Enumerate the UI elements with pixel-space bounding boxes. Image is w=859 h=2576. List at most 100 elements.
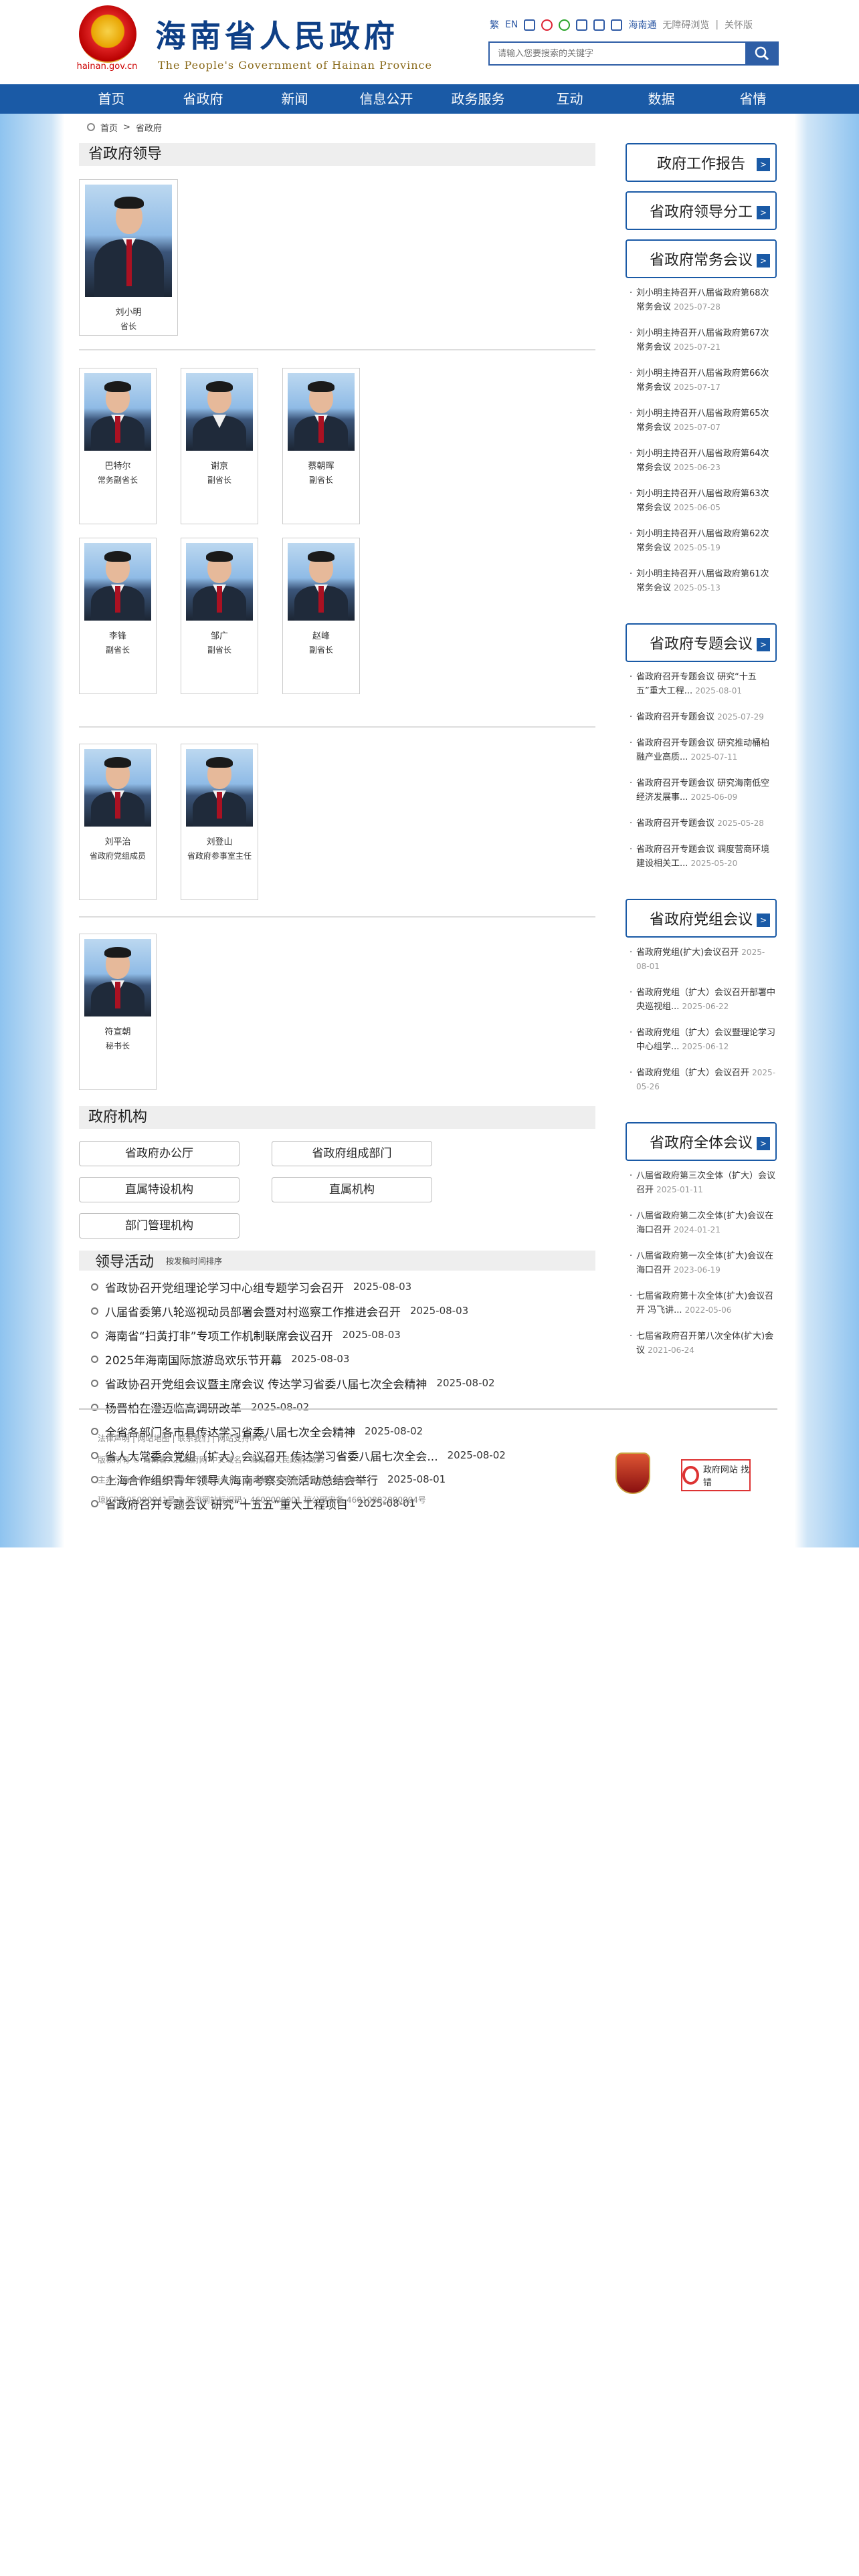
footer-divider (79, 1408, 777, 1410)
plenary-meeting-button[interactable]: 省政府全体会议 > (626, 1122, 777, 1161)
site-error-report-button[interactable]: 政府网站 找错 (681, 1459, 751, 1491)
breadcrumb-separator: > (123, 122, 130, 132)
org-button[interactable]: 直属特设机构 (79, 1177, 240, 1202)
arrow-right-icon: > (757, 206, 770, 219)
bookmark-icon[interactable] (524, 19, 536, 31)
magnifier-icon (682, 1466, 699, 1485)
wechat-icon[interactable] (559, 19, 571, 31)
leader-post: 秘书长 (105, 1041, 130, 1051)
org-button[interactable]: 直属机构 (272, 1177, 432, 1202)
list-item[interactable]: 2025年海南国际旅游岛欢乐节开幕 2025-08-03 (79, 1347, 595, 1371)
breadcrumb-home[interactable]: 首页 (100, 121, 118, 134)
list-item[interactable]: 省政协召开党组理论学习中心组专题学习会召开 2025-08-03 (79, 1275, 595, 1299)
list-item[interactable]: 省政府召开专题会议 调度营商环境建设相关工... 2025-05-20 (630, 843, 777, 871)
leader-card[interactable]: 蔡朝晖 副省长 (282, 368, 360, 524)
list-item[interactable]: 刘小明主持召开八届省政府第61次常务会议 2025-05-13 (630, 567, 777, 595)
list-item[interactable]: 省政府召开专题会议 研究“十五五”重大工程... 2025-08-01 (630, 670, 777, 698)
list-item[interactable]: 刘小明主持召开八届省政府第67次常务会议 2025-07-21 (630, 326, 777, 354)
leader-card[interactable]: 巴特尔 常务副省长 (79, 368, 157, 524)
list-item[interactable]: 七届省政府召开第八次全体(扩大)会议 2021-06-24 (630, 1329, 777, 1358)
list-item[interactable]: 杨晋柏在澄迈临高调研改革 2025-08-02 (79, 1395, 595, 1419)
plenary-meeting-list: 八届省政府第三次全体（扩大）会议召开 2025-01-11 八届省政府第二次全体… (626, 1161, 777, 1358)
app-icon[interactable] (576, 19, 588, 31)
list-item[interactable]: 八届省政府第二次全体(扩大)会议在海口召开 2024-01-21 (630, 1209, 777, 1237)
list-item[interactable]: 七届省政府第十次全体(扩大)会议召开 冯飞讲... 2022-05-06 (630, 1289, 777, 1317)
list-item[interactable]: 八届省政府第一次全体(扩大)会议在海口召开 2023-06-19 (630, 1249, 777, 1277)
list-item[interactable]: 省政府党组（扩大）会议召开 2025-05-26 (630, 1066, 777, 1094)
gov-site-badge-icon[interactable] (615, 1453, 650, 1494)
leader-card[interactable]: 刘平治 省政府党组成员 (79, 744, 157, 900)
leader-card[interactable]: 刘登山 省政府参事室主任 (181, 744, 258, 900)
nav-interaction[interactable]: 互动 (524, 84, 615, 114)
nav-news[interactable]: 新闻 (249, 84, 341, 114)
lang-traditional-link[interactable]: 繁 (490, 18, 499, 31)
footer-copyright: 版权所有 © 海南省人民政府网 中文域名：海南省人民政府.政务 (98, 1455, 325, 1465)
list-item[interactable]: 省政府党组(扩大)会议召开 2025-08-01 (630, 946, 777, 974)
leader-photo (84, 373, 151, 451)
org-button[interactable]: 部门管理机构 (79, 1213, 240, 1239)
nav-government[interactable]: 省政府 (157, 84, 249, 114)
accessible-link[interactable]: 无障碍浏览 (662, 18, 709, 31)
nav-data[interactable]: 数据 (615, 84, 707, 114)
list-item[interactable]: 刘小明主持召开八届省政府第68次常务会议 2025-07-28 (630, 286, 777, 314)
leader-post: 副省长 (207, 475, 231, 485)
site-name-cn[interactable]: 海南省人民政府 (155, 12, 399, 56)
list-item[interactable]: 省政府党组（扩大）会议召开部署中央巡视组... 2025-06-22 (630, 986, 777, 1014)
national-emblem-logo[interactable] (79, 5, 136, 63)
leader-name: 刘登山 (206, 837, 233, 847)
leader-division-button[interactable]: 省政府领导分工 > (626, 191, 777, 230)
bullet-icon (91, 1283, 98, 1291)
standing-meeting-button[interactable]: 省政府常务会议 > (626, 239, 777, 278)
list-item[interactable]: 刘小明主持召开八届省政府第64次常务会议 2025-06-23 (630, 447, 777, 475)
governor-section: 刘小明 省长 (79, 179, 595, 336)
list-item[interactable]: 刘小明主持召开八届省政府第63次常务会议 2025-06-05 (630, 487, 777, 515)
leader-card[interactable]: 符宣朝 秘书长 (79, 934, 157, 1090)
list-item[interactable]: 省政府党组（扩大）会议暨理论学习中心组学... 2025-06-12 (630, 1026, 777, 1054)
special-meeting-button[interactable]: 省政府专题会议 > (626, 623, 777, 662)
activities-sort-note: 按发稿时间排序 (166, 1256, 223, 1266)
leader-card[interactable]: 赵峰 副省长 (282, 538, 360, 694)
weibo-icon[interactable] (541, 19, 553, 31)
sidebar: 政府工作报告> 省政府领导分工> 省政府常务会议> 刘小明主持召开八届省政府第6… (626, 143, 777, 1370)
home-icon (87, 123, 95, 131)
list-item[interactable]: 省政府召开专题会议 研究推动桶柏融产业高质... 2025-07-11 (630, 736, 777, 764)
activities-title: 领导活动 (95, 1254, 155, 1271)
breadcrumb-current[interactable]: 省政府 (136, 121, 162, 134)
user-icon[interactable] (593, 19, 605, 31)
nav-services[interactable]: 政务服务 (432, 84, 524, 114)
org-button[interactable]: 省政府办公厅 (79, 1141, 240, 1166)
nav-home[interactable]: 首页 (66, 84, 157, 114)
care-mode-link[interactable]: 关怀版 (725, 18, 753, 31)
leader-card[interactable]: 邹广 副省长 (181, 538, 258, 694)
arrow-right-icon: > (757, 638, 770, 651)
list-item[interactable]: 八届省政府第三次全体（扩大）会议召开 2025-01-11 (630, 1169, 777, 1197)
list-item[interactable]: 刘小明主持召开八届省政府第66次常务会议 2025-07-17 (630, 366, 777, 395)
leader-card[interactable]: 谢京 副省长 (181, 368, 258, 524)
mail-icon[interactable] (611, 19, 623, 31)
list-item[interactable]: 刘小明主持召开八届省政府第62次常务会议 2025-05-19 (630, 527, 777, 555)
leader-photo (186, 373, 253, 451)
lang-english-link[interactable]: EN (505, 19, 518, 30)
list-item[interactable]: 省政协召开党组会议暨主席会议 传达学习省委八届七次全会精神 2025-08-02 (79, 1371, 595, 1395)
list-item[interactable]: 省政府召开专题会议 研究海南低空经济发展事... 2025-06-09 (630, 776, 777, 804)
list-item[interactable]: 海南省“扫黄打非”专项工作机制联席会议召开 2025-08-03 (79, 1323, 595, 1347)
gov-work-report-button[interactable]: 政府工作报告 > (626, 143, 777, 182)
robot-link[interactable]: 海南通 (628, 18, 656, 31)
list-item[interactable]: 省政府召开专题会议 2025-07-29 (630, 710, 777, 724)
search-icon (755, 46, 769, 61)
leader-card[interactable]: 刘小明 省长 (79, 179, 178, 336)
arrow-right-icon: > (757, 1137, 770, 1150)
main-nav: 首页 省政府 新闻 信息公开 政务服务 互动 数据 省情 (0, 84, 859, 114)
list-item[interactable]: 刘小明主持召开八届省政府第65次常务会议 2025-07-07 (630, 407, 777, 435)
nav-province[interactable]: 省情 (707, 84, 799, 114)
leader-card[interactable]: 李锋 副省长 (79, 538, 157, 694)
org-button[interactable]: 省政府组成部门 (272, 1141, 432, 1166)
list-item[interactable]: 省政府召开专题会议 2025-05-28 (630, 817, 777, 831)
list-item[interactable]: 八届省委第八轮巡视动员部署会暨对村巡察工作推进会召开 2025-08-03 (79, 1299, 595, 1323)
search-button[interactable] (745, 41, 779, 66)
search-input[interactable] (488, 41, 745, 66)
footer-links[interactable]: 法律声明 | 网站地图 | 联系我们 | 网站支持IPV6 (98, 1432, 268, 1444)
leader-post: 省政府党组成员 (89, 851, 146, 861)
nav-info-disclosure[interactable]: 信息公开 (341, 84, 432, 114)
party-meeting-button[interactable]: 省政府党组会议 > (626, 899, 777, 938)
